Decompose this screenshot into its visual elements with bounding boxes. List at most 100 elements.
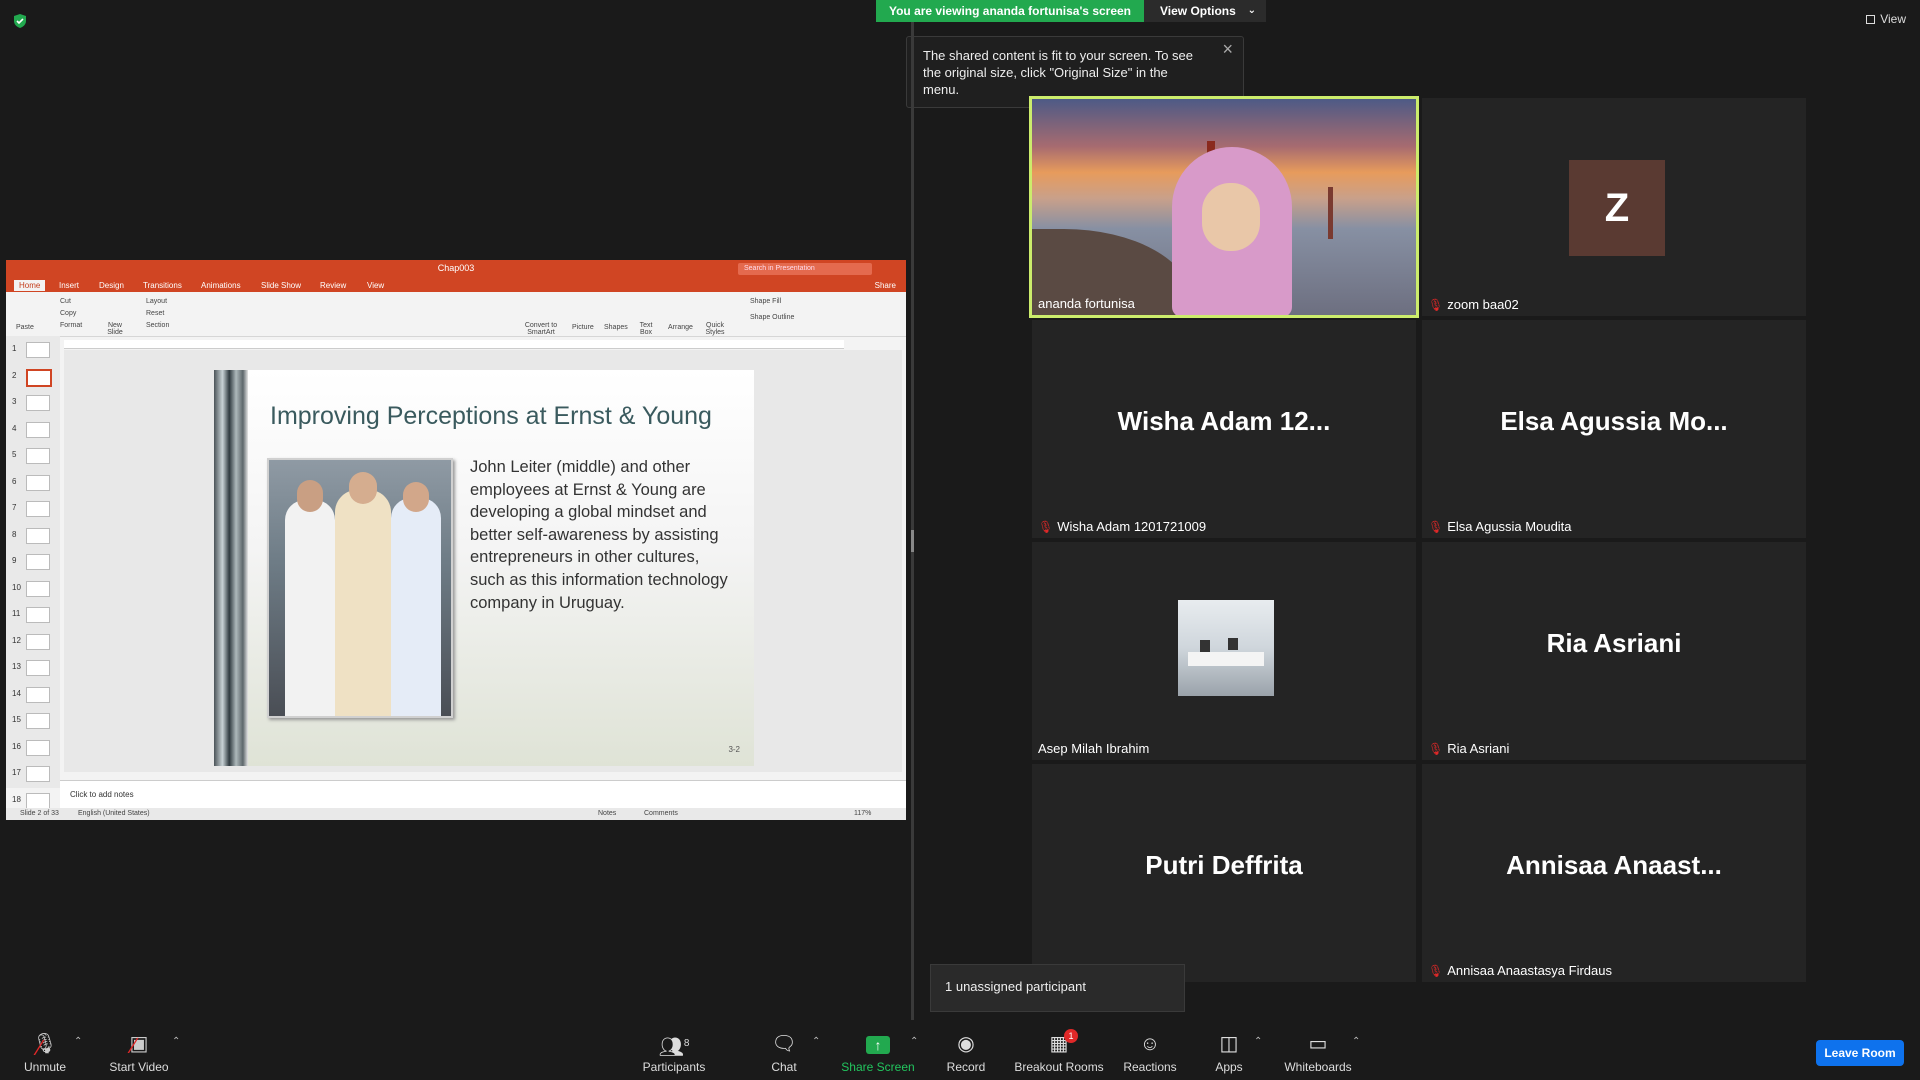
video-tile[interactable]: Ria Asriani 🎙︎ Ria Asriani xyxy=(1422,542,1806,760)
video-tile[interactable]: Asep Milah Ibrahim xyxy=(1032,542,1416,760)
layout-button[interactable]: Layout xyxy=(146,298,167,305)
unassigned-participant-popup[interactable]: 1 unassigned participant xyxy=(930,964,1185,1012)
audio-options-caret[interactable]: ⌃ xyxy=(74,1036,82,1047)
shape-outline-button[interactable]: Shape Outline xyxy=(750,314,794,321)
slide-thumbnail[interactable] xyxy=(26,607,50,623)
slide-thumbnail[interactable] xyxy=(26,792,50,809)
slide-thumbnail[interactable] xyxy=(26,686,50,703)
whiteboard-options-caret[interactable]: ⌃ xyxy=(1352,1036,1360,1047)
participants-button[interactable]: 👥︎8 Participants xyxy=(636,1032,712,1074)
slide-thumbnail[interactable] xyxy=(26,448,50,464)
video-tile[interactable]: Putri Deffrita xyxy=(1032,764,1416,982)
start-video-label: Start Video xyxy=(109,1060,169,1074)
breakout-rooms-icon: ▦ 1 xyxy=(1014,1029,1104,1056)
reset-button[interactable]: Reset xyxy=(146,310,164,317)
share-screen-button[interactable]: ↑ Share Screen xyxy=(838,1032,918,1074)
share-options-caret[interactable]: ⌃ xyxy=(910,1036,918,1047)
unmute-button[interactable]: 🎙︎ ∕ Unmute xyxy=(18,1032,72,1074)
reactions-label: Reactions xyxy=(1123,1060,1177,1074)
slide-thumbnail[interactable] xyxy=(26,368,52,387)
convert-smartart-button[interactable]: Convert to SmartArt xyxy=(521,322,561,336)
leave-room-button[interactable]: Leave Room xyxy=(1816,1040,1904,1066)
share-screen-label: Share Screen xyxy=(841,1060,915,1074)
ppt-tab-home[interactable]: Home xyxy=(14,280,46,291)
participant-name: 🎙︎ zoom baa02 xyxy=(1428,297,1519,312)
ppt-tab-slide-show[interactable]: Slide Show xyxy=(261,281,301,290)
slide-thumbnail[interactable] xyxy=(26,527,50,544)
slide-thumbnail-number: 2 xyxy=(12,370,17,380)
ppt-share-button[interactable]: Share xyxy=(875,281,896,290)
slide-title: Improving Perceptions at Ernst & Young xyxy=(270,402,712,430)
ppt-tab-review[interactable]: Review xyxy=(320,281,346,290)
slide-thumbnail-panel[interactable]: 1 2 3 4 5 6 7 8 9 10 11 12 13 14 15 16 17 18 xyxy=(6,336,60,809)
comments-toggle[interactable]: Comments xyxy=(644,810,678,817)
shapes-button[interactable]: Shapes xyxy=(604,324,628,331)
record-button[interactable]: ◉ Record xyxy=(944,1032,988,1074)
chat-options-caret[interactable]: ⌃ xyxy=(812,1036,820,1047)
whiteboard-icon: ▭ xyxy=(1308,1033,1328,1055)
slide-thumbnail[interactable] xyxy=(26,633,50,650)
slide-thumbnail[interactable] xyxy=(26,395,50,411)
current-slide: Improving Perceptions at Ernst & Young J… xyxy=(214,370,754,766)
cut-button[interactable]: Cut xyxy=(60,298,71,305)
ppt-tab-animations[interactable]: Animations xyxy=(201,281,241,290)
chat-button[interactable]: 🗨︎ Chat xyxy=(764,1032,804,1074)
slide-thumbnail[interactable] xyxy=(26,739,50,756)
video-tile-active-speaker[interactable]: ananda fortunisa xyxy=(1029,96,1419,318)
participant-face xyxy=(1202,183,1260,251)
slide-thumbnail[interactable] xyxy=(26,342,50,358)
zoom-level[interactable]: 117% xyxy=(854,810,871,817)
shape-fill-button[interactable]: Shape Fill xyxy=(750,298,781,305)
slide-thumbnail[interactable] xyxy=(26,501,50,517)
participants-count: 8 xyxy=(683,1038,690,1049)
video-tile[interactable]: Wisha Adam 12... 🎙︎ Wisha Adam 1201721009 xyxy=(1032,320,1416,538)
apps-options-caret[interactable]: ⌃ xyxy=(1254,1036,1262,1047)
participants-label: Participants xyxy=(642,1060,706,1074)
text-box-button[interactable]: Text Box xyxy=(636,322,656,336)
slide-thumbnail-number: 17 xyxy=(12,768,21,777)
video-tile[interactable]: Annisaa Anaast... 🎙︎ Annisaa Anaastasya F… xyxy=(1422,764,1806,982)
close-icon[interactable]: × xyxy=(1222,40,1233,58)
notes-pane[interactable]: Click to add notes xyxy=(60,780,906,808)
viewing-screen-banner: You are viewing ananda fortunisa's scree… xyxy=(876,0,1144,22)
view-button[interactable]: View xyxy=(1866,12,1906,26)
quick-styles-button[interactable]: Quick Styles xyxy=(702,322,728,336)
slide-thumbnail[interactable] xyxy=(26,713,50,729)
split-divider[interactable] xyxy=(911,22,914,1028)
start-video-button[interactable]: ▣ ∕ Start Video xyxy=(104,1032,174,1074)
slide-thumbnail[interactable] xyxy=(26,474,50,491)
ppt-tab-design[interactable]: Design xyxy=(99,281,124,290)
format-button[interactable]: Format xyxy=(60,322,82,329)
divider-handle[interactable] xyxy=(911,530,914,552)
breakout-rooms-button[interactable]: ▦ 1 Breakout Rooms xyxy=(1014,1029,1104,1074)
slide-thumbnail[interactable] xyxy=(26,421,50,438)
notes-toggle[interactable]: Notes xyxy=(598,810,616,817)
copy-button[interactable]: Copy xyxy=(60,310,76,317)
view-options-button[interactable]: View Options ⌄ xyxy=(1144,0,1266,22)
video-tile[interactable]: Z 🎙︎ zoom baa02 xyxy=(1422,98,1806,316)
slide-thumbnail[interactable] xyxy=(26,660,50,676)
slide-thumbnail-number: 12 xyxy=(12,635,21,645)
slide-thumbnail-number: 13 xyxy=(12,662,21,671)
ppt-ribbon: Paste Cut Copy Format New Slide Layout R… xyxy=(6,292,906,337)
new-slide-button[interactable]: New Slide xyxy=(102,322,128,336)
video-options-caret[interactable]: ⌃ xyxy=(172,1036,180,1047)
slide-thumbnail[interactable] xyxy=(26,766,50,782)
paste-button[interactable]: Paste xyxy=(16,324,34,331)
bridge-tower-far xyxy=(1328,187,1333,239)
video-tile[interactable]: Elsa Agussia Mo... 🎙︎ Elsa Agussia Moudit… xyxy=(1422,320,1806,538)
apps-button[interactable]: ◫ Apps xyxy=(1212,1032,1246,1074)
ppt-search-input[interactable]: Search in Presentation xyxy=(738,263,872,275)
section-button[interactable]: Section xyxy=(146,322,169,329)
slide-thumbnail[interactable] xyxy=(26,554,50,570)
arrange-button[interactable]: Arrange xyxy=(668,324,693,331)
slide-thumbnail[interactable] xyxy=(26,580,50,597)
picture-button[interactable]: Picture xyxy=(572,324,594,331)
ppt-tab-view[interactable]: View xyxy=(367,281,384,290)
ppt-tab-insert[interactable]: Insert xyxy=(59,281,79,290)
encryption-shield-icon[interactable] xyxy=(12,13,28,29)
breakout-badge: 1 xyxy=(1064,1029,1078,1043)
reactions-button[interactable]: ☺ Reactions xyxy=(1122,1032,1178,1074)
whiteboards-button[interactable]: ▭ Whiteboards xyxy=(1282,1032,1354,1074)
ppt-tab-transitions[interactable]: Transitions xyxy=(143,281,182,290)
